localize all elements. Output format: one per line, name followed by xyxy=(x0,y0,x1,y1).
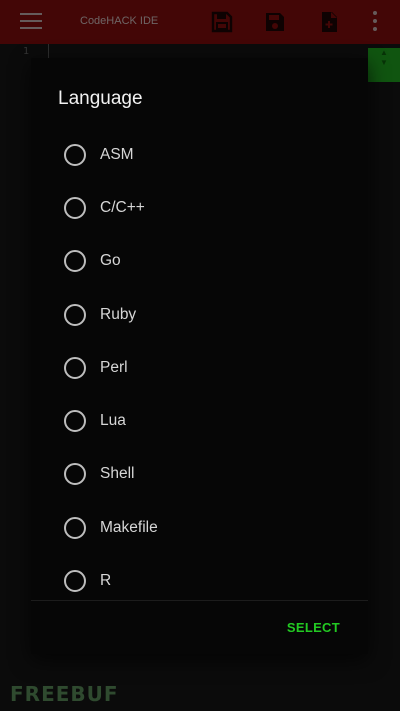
dialog-divider xyxy=(31,600,368,601)
radio-button[interactable] xyxy=(64,516,86,539)
radio-button[interactable] xyxy=(64,356,86,379)
language-option-asm[interactable]: ASM xyxy=(31,128,368,181)
language-option-shell[interactable]: Shell xyxy=(31,448,368,501)
option-label: R xyxy=(100,572,112,590)
language-option-go[interactable]: Go xyxy=(31,235,368,288)
watermark-logo: FREEBUF xyxy=(10,682,119,706)
language-dialog: Language ASM C/C++ Go Ruby Perl Lua Shel… xyxy=(31,58,368,654)
language-option-lua[interactable]: Lua xyxy=(31,394,368,447)
radio-button[interactable] xyxy=(64,143,86,166)
option-label: Makefile xyxy=(100,518,158,536)
radio-button[interactable] xyxy=(64,196,86,219)
language-option-ruby[interactable]: Ruby xyxy=(31,288,368,341)
screen: CodeHACK IDE 1 ▲ ▼ Language ASM C/C++ Go… xyxy=(0,0,400,711)
select-button[interactable]: SELECT xyxy=(287,620,340,635)
radio-button[interactable] xyxy=(64,250,86,273)
option-label: Lua xyxy=(100,412,126,430)
radio-button[interactable] xyxy=(64,303,86,326)
radio-button[interactable] xyxy=(64,570,86,593)
language-option-c-cpp[interactable]: C/C++ xyxy=(31,181,368,234)
option-label: Perl xyxy=(100,358,128,376)
dialog-title: Language xyxy=(58,88,143,109)
option-label: C/C++ xyxy=(100,198,145,216)
language-option-perl[interactable]: Perl xyxy=(31,341,368,394)
option-label: Shell xyxy=(100,465,135,483)
language-option-makefile[interactable]: Makefile xyxy=(31,501,368,554)
radio-button[interactable] xyxy=(64,410,86,433)
language-options: ASM C/C++ Go Ruby Perl Lua Shell Makefil… xyxy=(31,128,368,608)
option-label: Ruby xyxy=(100,305,137,323)
option-label: ASM xyxy=(100,145,134,163)
radio-button[interactable] xyxy=(64,463,86,486)
option-label: Go xyxy=(100,252,121,270)
